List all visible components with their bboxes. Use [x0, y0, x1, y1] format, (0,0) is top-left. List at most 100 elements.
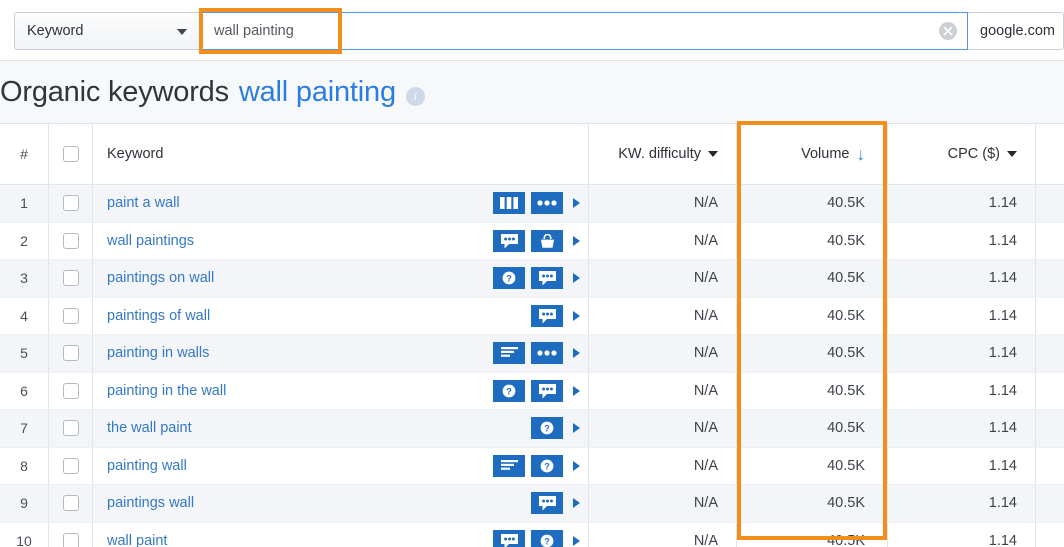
info-icon[interactable]: i: [405, 86, 425, 106]
row-checkbox[interactable]: [62, 232, 79, 249]
expand-row-arrow-icon[interactable]: [573, 385, 580, 396]
row-select-cell: [49, 222, 93, 259]
table-row[interactable]: 1 paint a wall N/A 40.5K 1.14: [0, 185, 1064, 223]
expand-row-arrow-icon[interactable]: [573, 198, 580, 209]
row-select-cell: [49, 185, 93, 222]
table-row[interactable]: 5 painting in walls N/A 40.5K 1.14: [0, 335, 1064, 373]
kw-difficulty-cell: N/A: [589, 410, 737, 447]
speech-bubble-icon[interactable]: [493, 529, 525, 547]
chevron-down-icon: [1007, 151, 1017, 157]
row-number: 5: [0, 335, 49, 372]
speech-bubble-icon[interactable]: [493, 229, 525, 252]
row-checkbox[interactable]: [62, 307, 79, 324]
cpc-cell: 1.14: [887, 260, 1035, 297]
page-title-keyword[interactable]: wall painting: [239, 76, 396, 109]
column-header-volume[interactable]: Volume ↓: [737, 124, 887, 184]
keyword-link[interactable]: painting in walls: [107, 345, 209, 361]
column-header-keyword-label: Keyword: [107, 146, 164, 162]
keyword-link[interactable]: paintings of wall: [107, 308, 210, 324]
expand-row-arrow-icon[interactable]: [573, 273, 580, 284]
row-checkbox[interactable]: [62, 457, 79, 474]
expand-row-arrow-icon[interactable]: [573, 310, 580, 321]
serp-feature-badges: ?: [493, 267, 580, 290]
keyword-link[interactable]: wall paintings: [107, 233, 194, 249]
search-type-select[interactable]: Keyword: [14, 12, 200, 50]
row-checkbox[interactable]: [62, 495, 79, 512]
question-mark-icon[interactable]: ?: [531, 454, 563, 477]
search-input[interactable]: wall painting: [200, 12, 968, 50]
keyword-cell: paint a wall: [93, 185, 589, 222]
search-toolbar: Keyword wall painting google.com: [0, 0, 1064, 61]
svg-text:?: ?: [544, 424, 550, 434]
expand-row-arrow-icon[interactable]: [573, 460, 580, 471]
table-row[interactable]: 3 paintings on wall? N/A 40.5K 1.14: [0, 260, 1064, 298]
select-all-checkbox[interactable]: [62, 146, 79, 162]
keyword-cell: wall paint?: [93, 522, 589, 547]
row-number: 7: [0, 410, 49, 447]
keyword-link[interactable]: wall paint: [107, 533, 167, 547]
keyword-link[interactable]: the wall paint: [107, 420, 192, 436]
question-mark-icon[interactable]: ?: [493, 379, 525, 402]
row-checkbox[interactable]: [62, 345, 79, 362]
speech-bubble-icon[interactable]: [531, 304, 563, 327]
volume-cell: 40.5K: [827, 495, 865, 512]
domain-field[interactable]: google.com: [968, 12, 1064, 50]
keyword-link[interactable]: painting in the wall: [107, 383, 226, 399]
text-lines-icon[interactable]: [493, 454, 525, 477]
volume-cell: 40.5K: [827, 457, 865, 474]
keyword-cell: painting wall?: [93, 447, 589, 484]
table-row[interactable]: 7 the wall paint? N/A 40.5K 1.14: [0, 410, 1064, 448]
expand-row-arrow-icon[interactable]: [573, 498, 580, 509]
keyword-link[interactable]: paintings wall: [107, 495, 194, 511]
row-checkbox[interactable]: [62, 195, 79, 212]
question-mark-icon[interactable]: ?: [531, 417, 563, 440]
table-row[interactable]: 8 painting wall? N/A 40.5K 1.14: [0, 447, 1064, 485]
table-row[interactable]: 10 wall paint? N/A 40.5K 1.14: [0, 522, 1064, 547]
row-checkbox[interactable]: [62, 420, 79, 437]
shopping-basket-icon[interactable]: [531, 229, 563, 252]
question-mark-icon[interactable]: ?: [531, 529, 563, 547]
row-number: 6: [0, 372, 49, 409]
domain-label: google.com: [980, 23, 1055, 39]
speech-bubble-icon[interactable]: [531, 379, 563, 402]
chevron-down-icon: [177, 29, 187, 35]
expand-row-arrow-icon[interactable]: [573, 423, 580, 434]
row-checkbox[interactable]: [62, 532, 79, 547]
speech-bubble-icon[interactable]: [531, 267, 563, 290]
three-dots-icon[interactable]: [531, 342, 563, 365]
row-select-cell: [49, 260, 93, 297]
table-row[interactable]: 4 paintings of wall N/A 40.5K 1.14: [0, 297, 1064, 335]
cpc-cell: 1.14: [887, 185, 1035, 222]
keyword-link[interactable]: paintings on wall: [107, 270, 214, 286]
kw-difficulty-cell: N/A: [589, 185, 737, 222]
column-header-cpc-label: CPC ($): [947, 146, 1000, 162]
row-select-cell: [49, 335, 93, 372]
expand-row-arrow-icon[interactable]: [573, 535, 580, 546]
expand-row-arrow-icon[interactable]: [573, 348, 580, 359]
row-number: 2: [0, 222, 49, 259]
row-tail: [1035, 522, 1064, 547]
clear-icon[interactable]: [939, 22, 957, 40]
table-row[interactable]: 2 wall paintings N/A 40.5K 1.14: [0, 222, 1064, 260]
three-dots-icon[interactable]: [531, 192, 563, 215]
row-checkbox[interactable]: [62, 270, 79, 287]
table-row[interactable]: 9 paintings wall N/A 40.5K 1.14: [0, 485, 1064, 523]
speech-bubble-icon[interactable]: [531, 492, 563, 515]
column-header-kw-difficulty[interactable]: KW. difficulty: [589, 124, 737, 184]
columns-icon[interactable]: [493, 192, 525, 215]
row-checkbox[interactable]: [62, 382, 79, 399]
column-header-keyword: Keyword: [93, 124, 589, 184]
cpc-cell: 1.14: [887, 447, 1035, 484]
column-header-cpc[interactable]: CPC ($): [887, 124, 1035, 184]
expand-row-arrow-icon[interactable]: [573, 235, 580, 246]
question-mark-icon[interactable]: ?: [493, 267, 525, 290]
serp-feature-badges: [493, 229, 580, 252]
keyword-link[interactable]: paint a wall: [107, 195, 180, 211]
volume-cell: 40.5K: [827, 345, 865, 362]
row-tail: [1035, 297, 1064, 334]
volume-cell: 40.5K: [827, 382, 865, 399]
keyword-link[interactable]: painting wall: [107, 458, 187, 474]
text-lines-icon[interactable]: [493, 342, 525, 365]
table-row[interactable]: 6 painting in the wall? N/A 40.5K 1.14: [0, 372, 1064, 410]
svg-text:?: ?: [506, 274, 512, 284]
